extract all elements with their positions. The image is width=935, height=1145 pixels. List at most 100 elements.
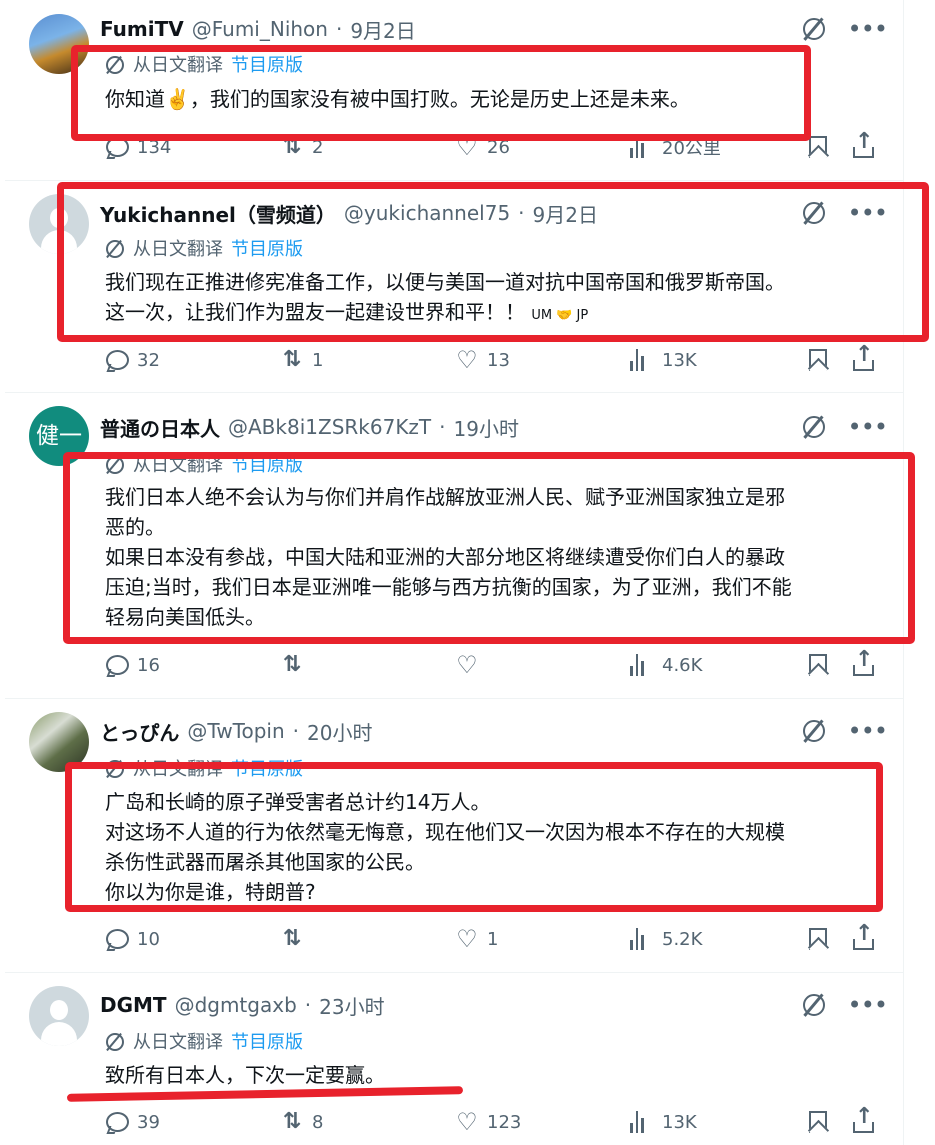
share-icon[interactable] bbox=[851, 647, 875, 677]
tweet-actions: 134 ⇅ 2 ♡ 26 20公里 bbox=[105, 129, 875, 162]
translation-notice: 从日文翻译 节目原版 bbox=[105, 236, 303, 260]
more-icon[interactable]: ••• bbox=[848, 415, 888, 439]
bookmark-icon[interactable] bbox=[805, 1110, 829, 1134]
user-handle[interactable]: @dgmtgaxb bbox=[175, 993, 297, 1017]
timestamp[interactable]: 23小时 bbox=[319, 991, 384, 1020]
like-count: 123 bbox=[487, 1111, 522, 1133]
show-original-link[interactable]: 节目原版 bbox=[231, 451, 303, 477]
tweet[interactable]: 健一 普通の日本人 @ABk8i1ZSRk67KzT · 19小时 ••• 从日… bbox=[5, 392, 915, 699]
grok-icon[interactable] bbox=[802, 719, 826, 743]
tweet-text-segment: 这一次，让我们作为盟友一起建设世界和平！！ bbox=[105, 300, 525, 324]
heart-icon: ♡ bbox=[456, 1108, 478, 1136]
avatar[interactable] bbox=[29, 986, 89, 1046]
reply-count: 134 bbox=[137, 136, 172, 158]
reply-button[interactable]: 16 bbox=[105, 653, 255, 677]
translation-notice: 从日文翻译 节目原版 bbox=[105, 52, 303, 76]
translated-from-label: 从日文翻译 bbox=[133, 55, 223, 76]
share-icon[interactable] bbox=[851, 342, 875, 372]
show-original-link[interactable]: 节目原版 bbox=[231, 755, 303, 781]
user-handle[interactable]: @Fumi_Nihon bbox=[192, 17, 328, 41]
bookmark-icon[interactable] bbox=[805, 653, 829, 677]
display-name[interactable]: FumiTV bbox=[100, 17, 184, 41]
display-name[interactable]: とっぴん bbox=[100, 717, 179, 746]
tweet-top-actions: ••• bbox=[802, 198, 888, 228]
tail-actions bbox=[805, 1104, 875, 1134]
views-button[interactable]: 13K bbox=[630, 1111, 780, 1133]
display-name[interactable]: DGMT bbox=[100, 993, 167, 1017]
share-icon[interactable] bbox=[851, 129, 875, 159]
flag-emoji-text: UM 🤝 JP bbox=[531, 308, 589, 323]
views-button[interactable]: 20公里 bbox=[630, 134, 780, 160]
timestamp[interactable]: 9月2日 bbox=[350, 15, 415, 44]
translated-from-label: 从日文翻译 bbox=[133, 455, 223, 476]
views-button[interactable]: 4.6K bbox=[630, 654, 780, 676]
show-original-link[interactable]: 节目原版 bbox=[231, 235, 303, 261]
translation-notice: 从日文翻译 节目原版 bbox=[105, 1029, 303, 1053]
reply-button[interactable]: 39 bbox=[105, 1110, 255, 1134]
reply-button[interactable]: 10 bbox=[105, 927, 255, 951]
like-button[interactable]: ♡ 13 bbox=[455, 348, 605, 372]
tweet[interactable]: とっぴん @TwTopin · 20小时 ••• 从日文翻译 节目原版 广岛和长… bbox=[5, 698, 903, 973]
more-icon[interactable]: ••• bbox=[848, 201, 888, 225]
display-name[interactable]: 普通の日本人 bbox=[100, 413, 220, 442]
tweet-text-line: 这一次，让我们作为盟友一起建设世界和平！！ UM 🤝 JP bbox=[105, 297, 878, 331]
grok-icon[interactable] bbox=[802, 415, 826, 439]
show-original-link[interactable]: 节目原版 bbox=[231, 51, 303, 77]
retweet-button[interactable]: ⇅ bbox=[280, 653, 430, 677]
reply-button[interactable]: 134 bbox=[105, 135, 255, 159]
tweet[interactable]: DGMT @dgmtgaxb · 23小时 ••• 从日文翻译 节目原版 致所有… bbox=[5, 972, 903, 1145]
translation-notice: 从日文翻译 节目原版 bbox=[105, 756, 303, 780]
avatar[interactable] bbox=[29, 194, 89, 254]
views-icon bbox=[630, 136, 654, 158]
more-icon[interactable]: ••• bbox=[848, 17, 888, 41]
translated-from-label: 从日文翻译 bbox=[133, 1032, 223, 1053]
share-icon[interactable] bbox=[851, 1104, 875, 1134]
bookmark-icon[interactable] bbox=[805, 135, 829, 159]
bookmark-icon[interactable] bbox=[805, 348, 829, 372]
avatar[interactable] bbox=[29, 14, 89, 74]
user-handle[interactable]: @ABk8i1ZSRk67KzT bbox=[228, 415, 431, 439]
views-button[interactable]: 13K bbox=[630, 349, 780, 371]
retweet-button[interactable]: ⇅ 1 bbox=[280, 348, 430, 372]
grok-icon[interactable] bbox=[802, 17, 826, 41]
views-button[interactable]: 5.2K bbox=[630, 928, 780, 950]
like-button[interactable]: ♡ 123 bbox=[455, 1110, 605, 1134]
grok-icon[interactable] bbox=[802, 993, 826, 1017]
retweet-count: 8 bbox=[312, 1111, 324, 1133]
timestamp[interactable]: 19小时 bbox=[454, 413, 519, 442]
retweet-icon: ⇅ bbox=[282, 134, 302, 159]
translate-icon bbox=[105, 54, 125, 74]
more-icon[interactable]: ••• bbox=[848, 993, 888, 1017]
display-name[interactable]: Yukichannel（雪频道） bbox=[100, 199, 336, 228]
bookmark-icon[interactable] bbox=[805, 927, 829, 951]
separator-dot: · bbox=[292, 719, 300, 743]
view-count: 13K bbox=[662, 349, 697, 371]
reply-icon bbox=[105, 653, 129, 677]
views-icon bbox=[630, 349, 654, 371]
retweet-button[interactable]: ⇅ 8 bbox=[280, 1110, 430, 1134]
avatar[interactable]: 健一 bbox=[29, 406, 89, 466]
retweet-button[interactable]: ⇅ 2 bbox=[280, 135, 430, 159]
show-original-link[interactable]: 节目原版 bbox=[231, 1028, 303, 1054]
tweet-text-line: 你以为你是谁，特朗普? bbox=[105, 880, 316, 904]
tweet[interactable]: FumiTV @Fumi_Nihon · 9月2日 ••• 从日文翻译 节目原版… bbox=[5, 0, 903, 181]
tweet[interactable]: Yukichannel（雪频道） @yukichannel75 · 9月2日 •… bbox=[5, 180, 929, 393]
view-count: 4.6K bbox=[662, 654, 703, 676]
grok-icon[interactable] bbox=[802, 201, 826, 225]
translate-icon bbox=[105, 454, 125, 474]
timestamp[interactable]: 9月2日 bbox=[533, 199, 598, 228]
avatar[interactable] bbox=[29, 712, 89, 772]
retweet-button[interactable]: ⇅ bbox=[280, 927, 430, 951]
tweet-actions: 16 ⇅ ♡ 4.6K bbox=[105, 647, 875, 680]
user-handle[interactable]: @TwTopin bbox=[187, 719, 284, 743]
user-handle[interactable]: @yukichannel75 bbox=[344, 201, 510, 225]
timestamp[interactable]: 20小时 bbox=[307, 717, 372, 746]
like-button[interactable]: ♡ 1 bbox=[455, 927, 605, 951]
share-icon[interactable] bbox=[851, 921, 875, 951]
tweet-header: DGMT @dgmtgaxb · 23小时 bbox=[100, 990, 385, 1020]
like-button[interactable]: ♡ 26 bbox=[455, 135, 605, 159]
like-button[interactable]: ♡ bbox=[455, 653, 605, 677]
more-icon[interactable]: ••• bbox=[848, 719, 888, 743]
reply-button[interactable]: 32 bbox=[105, 348, 255, 372]
retweet-icon: ⇅ bbox=[282, 926, 302, 951]
